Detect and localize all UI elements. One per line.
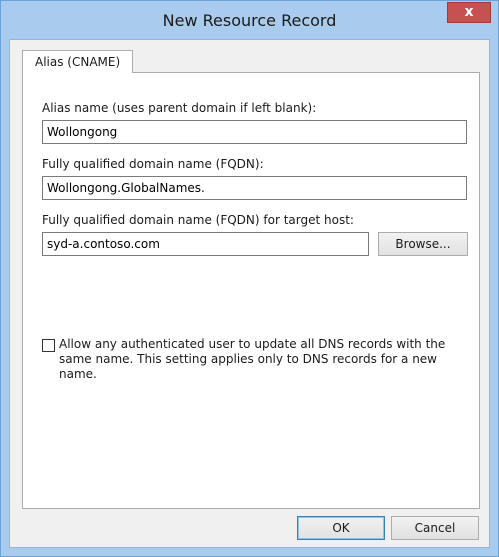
title-bar[interactable]: New Resource Record x [1, 1, 498, 39]
browse-button[interactable]: Browse... [378, 232, 468, 256]
ok-button[interactable]: OK [297, 516, 385, 540]
tab-panel: Alias name (uses parent domain if left b… [22, 72, 480, 509]
tab-alias-cname[interactable]: Alias (CNAME) [22, 50, 134, 73]
alias-name-input[interactable]: Wollongong [42, 120, 467, 144]
close-button[interactable]: x [447, 2, 491, 23]
update-records-checkbox[interactable] [42, 339, 55, 352]
target-host-label: Fully qualified domain name (FQDN) for t… [42, 213, 354, 227]
dialog-client-area: Alias (CNAME) Alias name (uses parent do… [9, 39, 490, 548]
dialog-window: New Resource Record x Alias (CNAME) Alia… [0, 0, 499, 557]
target-host-input[interactable]: syd-a.contoso.com [42, 232, 369, 256]
update-records-label[interactable]: Allow any authenticated user to update a… [59, 337, 469, 382]
fqdn-label: Fully qualified domain name (FQDN): [42, 157, 264, 171]
close-icon: x [464, 4, 474, 20]
dialog-title: New Resource Record [162, 11, 337, 30]
cancel-button[interactable]: Cancel [391, 516, 479, 540]
fqdn-input[interactable]: Wollongong.GlobalNames. [42, 176, 467, 200]
alias-name-label: Alias name (uses parent domain if left b… [42, 101, 317, 115]
